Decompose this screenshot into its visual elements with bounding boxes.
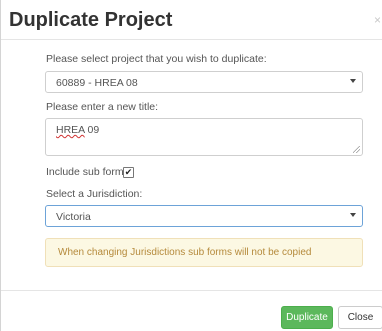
project-select-value: 60889 - HREA 08 [56, 77, 138, 89]
jurisdiction-select[interactable]: Victoria [45, 205, 363, 227]
duplicate-project-dialog: Duplicate Project × Please select projec… [0, 0, 382, 331]
chevron-down-icon [350, 79, 356, 83]
resize-handle-icon[interactable] [353, 146, 360, 153]
new-title-label: Please enter a new title: [46, 101, 159, 113]
project-select-label: Please select project that you wish to d… [46, 53, 267, 65]
footer-divider [1, 290, 382, 291]
dialog-title: Duplicate Project [9, 9, 173, 31]
include-subforms-label: Include sub forms: [46, 166, 132, 178]
duplicate-button[interactable]: Duplicate [281, 306, 333, 329]
close-icon[interactable]: × [374, 13, 381, 27]
close-button[interactable]: Close [338, 306, 382, 329]
jurisdiction-select-value: Victoria [56, 211, 91, 223]
dialog-header: Duplicate Project × [1, 0, 382, 40]
project-select[interactable]: 60889 - HREA 08 [45, 71, 363, 93]
include-subforms-checkbox[interactable]: ✔ [123, 167, 134, 178]
chevron-down-icon [350, 213, 356, 217]
warning-alert: When changing Jurisdictions sub forms wi… [45, 238, 363, 267]
warning-alert-text: When changing Jurisdictions sub forms wi… [58, 247, 312, 258]
new-title-value: HREA 09 [56, 124, 100, 136]
jurisdiction-label: Select a Jurisdiction: [46, 188, 143, 200]
new-title-textarea[interactable]: HREA 09 [45, 118, 363, 156]
